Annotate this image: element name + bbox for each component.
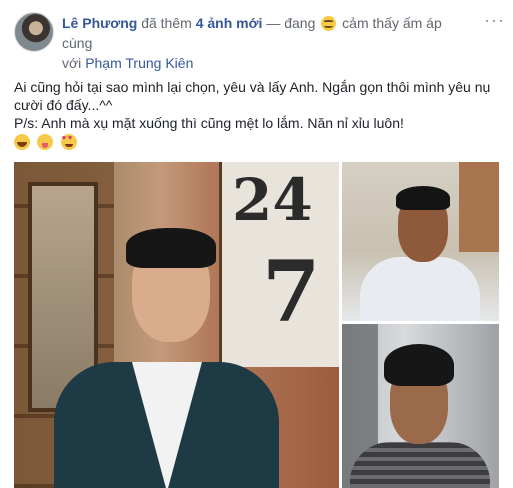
emoji-row — [14, 134, 80, 152]
person-hair — [384, 344, 454, 386]
action-prefix: đã thêm — [141, 15, 196, 31]
top-right-photo[interactable] — [342, 162, 499, 321]
post-header: Lê Phương đã thêm 4 ảnh mới — đang cảm t… — [62, 13, 472, 73]
laughing-emoji-icon — [14, 134, 30, 150]
author-name[interactable]: Lê Phương — [62, 15, 137, 31]
main-photo[interactable]: 24 7 — [14, 162, 339, 488]
post-text-line-1: Ai cũng hỏi tại sao mình lại chọn, yêu v… — [14, 79, 491, 113]
tongue-emoji-icon — [37, 134, 54, 150]
author-avatar[interactable] — [14, 12, 54, 52]
person-hair — [396, 186, 450, 210]
tagged-person-link[interactable]: Phạm Trung Kiên — [85, 55, 193, 71]
bottom-right-photo[interactable] — [342, 324, 499, 488]
person-hair — [126, 228, 216, 268]
post-text-line-2: P/s: Anh mà xụ mặt xuống thì cũng mệt lo… — [14, 115, 404, 131]
person-shirt — [360, 257, 480, 321]
sign-number-7: 7 — [262, 242, 321, 341]
feeling-smile-icon — [321, 16, 337, 31]
background-cabinet — [459, 162, 499, 252]
with-prefix: với — [62, 55, 86, 71]
heart-eyes-emoji-icon — [60, 134, 77, 150]
facebook-post-card: Lê Phương đã thêm 4 ảnh mới — đang cảm t… — [0, 0, 513, 488]
sign-number-24: 24 — [232, 166, 313, 234]
more-options-icon[interactable]: ··· — [484, 10, 505, 31]
new-photos-link[interactable]: 4 ảnh mới — [196, 15, 263, 31]
person-striped-shirt — [350, 442, 490, 488]
action-suffix: — đang — [262, 15, 316, 31]
post-text: Ai cũng hỏi tại sao mình lại chọn, yêu v… — [14, 78, 499, 132]
